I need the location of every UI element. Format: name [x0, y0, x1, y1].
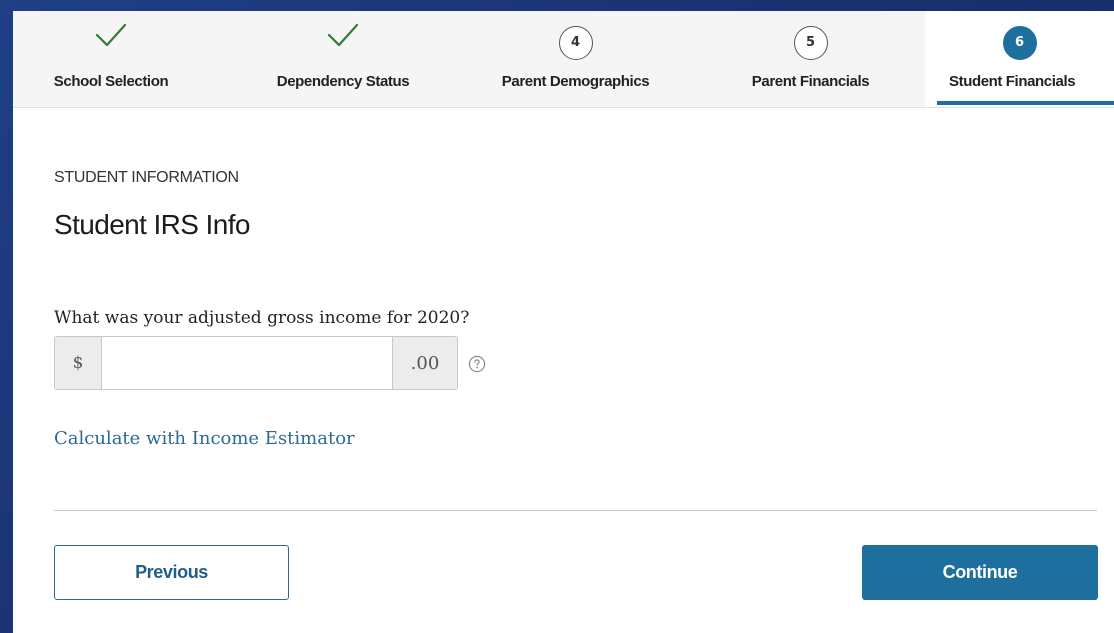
- income-question-label: What was your adjusted gross income for …: [54, 308, 470, 328]
- step-number-5: 5: [793, 26, 828, 60]
- cents-suffix: .00: [392, 337, 457, 389]
- step-parent-demographics[interactable]: 4 Parent Demographics: [473, 11, 678, 107]
- divider: [54, 510, 1097, 511]
- main-panel: School Selection Dependency Status 4 Par…: [13, 11, 1114, 633]
- step-parent-financials[interactable]: 5 Parent Financials: [723, 11, 898, 107]
- checkmark-icon: [95, 23, 127, 47]
- income-input-group: $ .00: [54, 336, 458, 390]
- step-number-6: 6: [1002, 26, 1037, 60]
- step-label: Dependency Status: [276, 73, 410, 90]
- active-step-underline: [937, 101, 1114, 105]
- progress-stepper: School Selection Dependency Status 4 Par…: [13, 11, 1114, 108]
- question-circle-icon[interactable]: [468, 355, 486, 373]
- continue-button[interactable]: Continue: [862, 545, 1098, 600]
- step-student-financials[interactable]: 6 Student Financials: [925, 11, 1114, 107]
- step-label: Parent Demographics: [501, 73, 650, 90]
- step-dependency-status[interactable]: Dependency Status: [248, 11, 438, 107]
- step-number-4: 4: [558, 26, 593, 60]
- currency-prefix: $: [55, 337, 102, 389]
- step-label: Parent Financials: [751, 73, 870, 90]
- page-title: Student IRS Info: [54, 209, 250, 240]
- step-label: School Selection: [53, 73, 169, 90]
- checkmark-icon: [327, 23, 359, 47]
- step-school-selection[interactable]: School Selection: [13, 11, 209, 107]
- previous-button[interactable]: Previous: [54, 545, 289, 600]
- step-label: Student Financials: [949, 73, 1076, 90]
- section-eyebrow: STUDENT INFORMATION: [54, 169, 239, 186]
- income-estimator-link[interactable]: Calculate with Income Estimator: [54, 428, 355, 449]
- adjusted-gross-income-input[interactable]: [102, 337, 392, 389]
